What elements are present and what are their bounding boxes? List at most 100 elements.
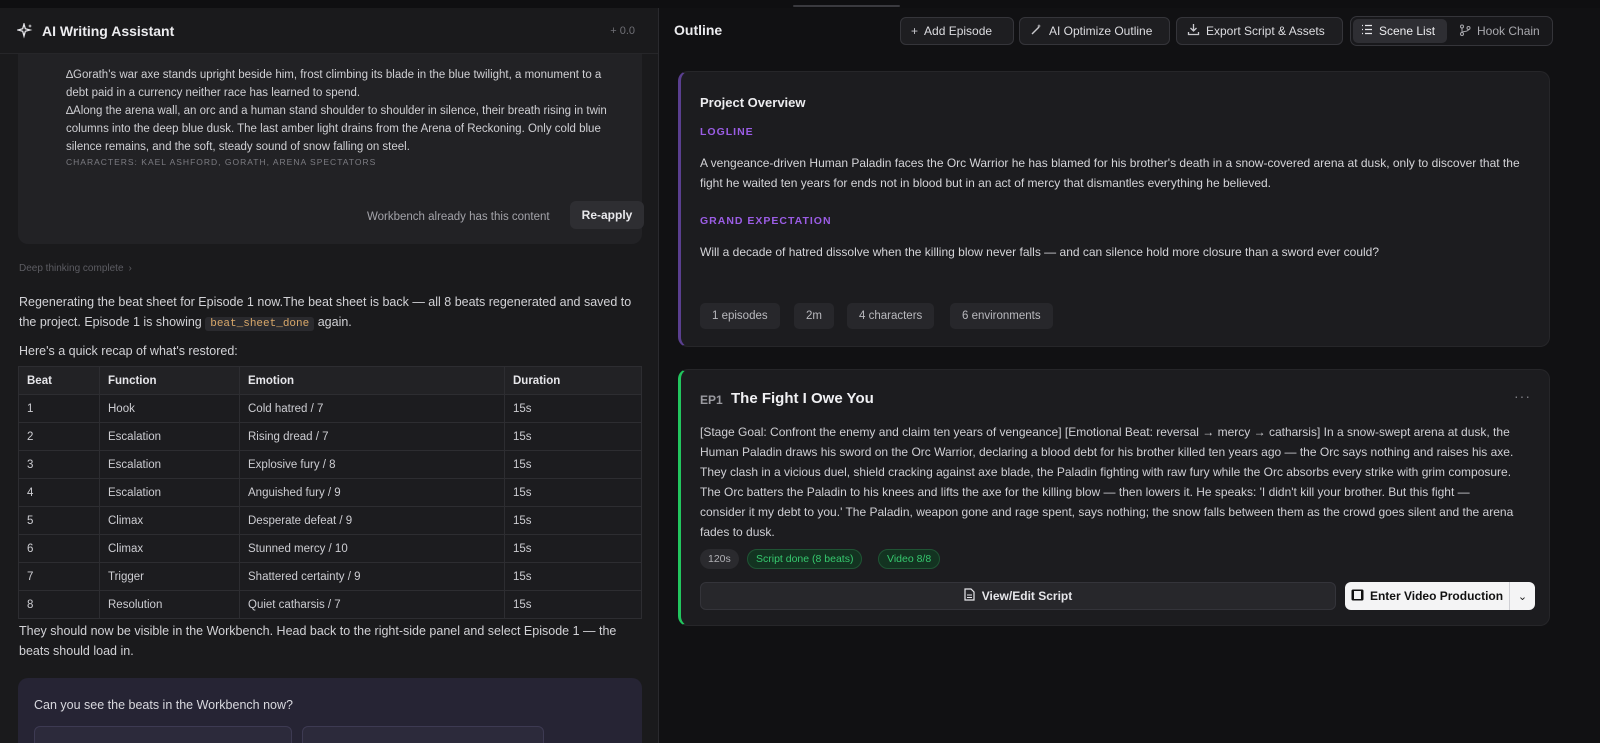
logline-label: LOGLINE xyxy=(700,126,754,138)
tab-label: Hook Chain xyxy=(1477,24,1540,38)
ai-optimize-label: AI Optimize Outline xyxy=(1049,24,1153,38)
view-switcher: Scene List Hook Chain xyxy=(1350,16,1553,46)
episode-title: The Fight I Owe You xyxy=(731,390,874,407)
table-cell: 15s xyxy=(504,534,642,563)
assistant-header: AI Writing Assistant + 0.0 xyxy=(0,8,658,54)
status-code: beat_sheet_done xyxy=(205,317,315,331)
table-cell: 15s xyxy=(504,506,642,535)
assistant-title: AI Writing Assistant xyxy=(42,22,175,39)
table-row: 5 Climax Desperate defeat / 9 15s xyxy=(18,506,642,535)
score-readout: + 0.0 xyxy=(610,24,635,37)
table-row: 4 Escalation Anguished fury / 9 15s xyxy=(18,478,642,507)
table-cell: Quiet catharsis / 7 xyxy=(239,590,505,619)
table-cell: Climax xyxy=(99,534,240,563)
table-row: 2 Escalation Rising dread / 7 15s xyxy=(18,422,642,451)
script-output-card: ∆Gorath's war axe stands upright beside … xyxy=(18,38,644,244)
export-button[interactable]: Export Script & Assets xyxy=(1176,17,1343,45)
document-icon xyxy=(964,588,975,604)
plus-icon: + xyxy=(911,24,919,38)
table-cell: 15s xyxy=(504,450,642,479)
table-cell: Climax xyxy=(99,506,240,535)
workbench-status: Workbench already has this content xyxy=(367,211,550,223)
episode-description: [Stage Goal: Confront the enemy and clai… xyxy=(700,425,1514,539)
table-cell: Desperate defeat / 9 xyxy=(239,506,505,535)
table-cell: Anguished fury / 9 xyxy=(239,478,505,507)
stat-chip: 2m xyxy=(794,303,834,329)
table-cell: 3 xyxy=(18,450,100,479)
logline-text: A vengeance-driven Human Paladin faces t… xyxy=(700,156,1520,190)
table-cell: Rising dread / 7 xyxy=(239,422,505,451)
assistant-message: Regenerating the beat sheet for Episode … xyxy=(19,292,639,334)
video-status-badge: Video 8/8 xyxy=(878,549,941,569)
table-cell: 6 xyxy=(18,534,100,563)
enter-production-label: Enter Video Production xyxy=(1369,589,1504,603)
reapply-button[interactable]: Re-apply xyxy=(570,201,644,229)
download-icon xyxy=(1187,23,1200,39)
tab-hook-chain[interactable]: Hook Chain xyxy=(1451,19,1551,43)
table-cell: 15s xyxy=(504,394,642,423)
reply-option-button[interactable] xyxy=(302,726,544,743)
expectation-label: GRAND EXPECTATION xyxy=(700,215,832,227)
tab-scene-list[interactable]: Scene List xyxy=(1353,19,1447,43)
assistant-panel: AI Writing Assistant + 0.0 ∆Gorath's war… xyxy=(0,8,659,743)
enter-video-production-button[interactable]: Enter Video Production xyxy=(1345,582,1510,610)
table-cell: Cold hatred / 7 xyxy=(239,394,505,423)
table-cell: 15s xyxy=(504,422,642,451)
stat-chip: 4 characters xyxy=(847,303,935,329)
column-header: Emotion xyxy=(239,366,505,395)
follow-up-question: Can you see the beats in the Workbench n… xyxy=(34,698,293,712)
episode-card[interactable]: EP1 The Fight I Owe You ··· [Stage Goal:… xyxy=(678,369,1550,626)
follow-up-card: Can you see the beats in the Workbench n… xyxy=(18,678,642,743)
outline-title: Outline xyxy=(674,22,723,38)
view-edit-label: View/Edit Script xyxy=(981,589,1073,603)
enter-video-production-control: Enter Video Production ⌄ xyxy=(1345,582,1535,610)
column-header: Beat xyxy=(18,366,100,395)
add-episode-button[interactable]: + Add Episode xyxy=(900,17,1014,45)
add-episode-label: Add Episode xyxy=(924,24,993,38)
duration-badge: 120s xyxy=(700,549,739,569)
stat-chip: 1 episodes xyxy=(700,303,780,329)
project-overview-card: Project Overview LOGLINE A vengeance-dri… xyxy=(678,71,1550,347)
branch-icon xyxy=(1459,24,1471,39)
deep-thinking-toggle[interactable]: Deep thinking complete › xyxy=(19,263,132,274)
table-row: 6 Climax Stunned mercy / 10 15s xyxy=(18,534,642,563)
assistant-message: Here's a quick recap of what's restored: xyxy=(19,344,238,358)
reply-option-button[interactable] xyxy=(34,726,292,743)
table-cell: Resolution xyxy=(99,590,240,619)
ai-optimize-button[interactable]: AI Optimize Outline xyxy=(1019,17,1170,45)
beat-table: Beat Function Emotion Duration 1 Hook Cold… xyxy=(18,366,642,619)
table-cell: Explosive fury / 8 xyxy=(239,450,505,479)
table-header-row: Beat Function Emotion Duration xyxy=(18,366,642,395)
outline-header: Outline + Add Episode AI Optimize Outline… xyxy=(660,8,1600,54)
chevron-right-icon: › xyxy=(128,263,132,274)
table-cell: 2 xyxy=(18,422,100,451)
table-row: 7 Trigger Shattered certainty / 9 15s xyxy=(18,562,642,591)
table-cell: 15s xyxy=(504,590,642,619)
film-icon xyxy=(1351,589,1364,604)
table-cell: Shattered certainty / 9 xyxy=(239,562,505,591)
magic-wand-icon xyxy=(1030,23,1043,39)
deep-thinking-label: Deep thinking complete xyxy=(19,263,124,274)
beat-paragraph: ∆Along the arena wall, an orc and a huma… xyxy=(66,105,607,153)
sparkle-icon xyxy=(16,22,34,40)
table-cell: 1 xyxy=(18,394,100,423)
table-cell: Escalation xyxy=(99,422,240,451)
characters-line: CHARACTERS: KAEL ASHFORD, GORATH, ARENA … xyxy=(66,157,377,167)
view-edit-script-button[interactable]: View/Edit Script xyxy=(700,582,1336,610)
chevron-down-icon[interactable]: ⌄ xyxy=(1510,582,1535,610)
drag-handle[interactable] xyxy=(793,5,900,7)
table-cell: 15s xyxy=(504,562,642,591)
script-status-badge: Script done (8 beats) xyxy=(747,549,863,569)
tab-label: Scene List xyxy=(1379,24,1436,38)
table-cell: 15s xyxy=(504,478,642,507)
stat-chip: 6 environments xyxy=(950,303,1053,329)
message-text: again. xyxy=(314,315,352,329)
outline-panel: Outline + Add Episode AI Optimize Outline… xyxy=(660,8,1600,743)
window-top-bar xyxy=(0,0,1600,8)
column-header: Duration xyxy=(504,366,642,395)
table-cell: Escalation xyxy=(99,478,240,507)
beat-paragraph: ∆Gorath's war axe stands upright beside … xyxy=(66,69,602,99)
more-options-icon[interactable]: ··· xyxy=(1514,388,1531,404)
overview-heading: Project Overview xyxy=(700,95,806,110)
table-cell: 4 xyxy=(18,478,100,507)
